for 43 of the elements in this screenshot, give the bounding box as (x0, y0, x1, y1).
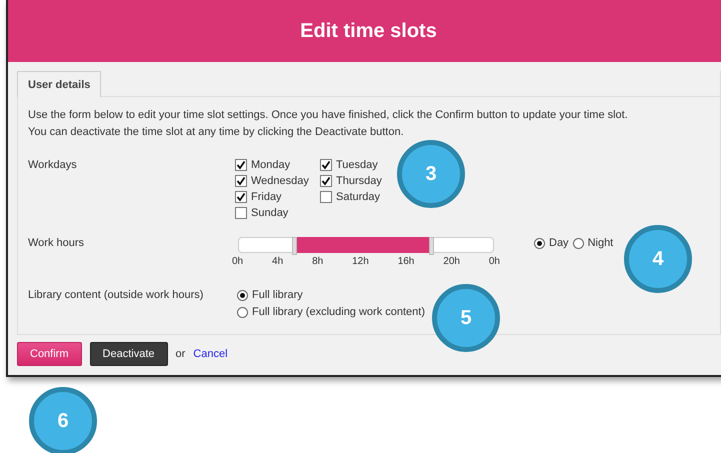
tick-label: 12h (352, 256, 369, 267)
day-label: Tuesday (336, 159, 378, 171)
library-radio[interactable] (237, 290, 248, 300)
cancel-link[interactable]: Cancel (193, 348, 228, 360)
option-label: Full library (excluding work content) (252, 306, 426, 318)
day-checkbox[interactable] (320, 159, 332, 171)
day-checkbox[interactable] (235, 207, 247, 219)
tick-label: 0h (488, 256, 500, 267)
field-label: Library content (outside work hours) (28, 289, 204, 303)
library-radio[interactable] (237, 306, 248, 318)
day-label: Saturday (336, 191, 380, 203)
window-title: Edit time slots (300, 20, 437, 42)
mode-radio[interactable] (534, 238, 545, 248)
tick-label: 8h (312, 256, 324, 267)
or-text: or (176, 348, 186, 360)
day-checkbox[interactable] (235, 175, 247, 187)
tick-label: 4h (272, 256, 284, 267)
day-label: Monday (251, 159, 290, 171)
mode-label: Day (549, 237, 569, 249)
step-callout: 6 (29, 387, 97, 453)
tick-label: 20h (443, 256, 460, 267)
day-label: Friday (251, 191, 282, 203)
slider-handle[interactable] (428, 237, 434, 255)
tick-label: 0h (232, 256, 244, 267)
day-label: Wednesday (251, 175, 309, 187)
mode-label: Night (588, 237, 614, 249)
day-checkbox[interactable] (235, 159, 247, 171)
field-label: Workdays (28, 159, 78, 173)
confirm-button[interactable]: Confirm (17, 342, 82, 366)
slider-handle[interactable] (292, 237, 297, 255)
mode-radio[interactable] (572, 238, 584, 248)
day-checkbox[interactable] (235, 191, 247, 203)
option-label: Full library (252, 289, 303, 301)
section-legend: User details (17, 71, 102, 97)
hours-slider[interactable] (238, 237, 494, 253)
intro-text: Use the form below to edit your time slot settings. Once you have finished, click the Confirm button to update your time slot. You can deactivate the time slot at any time by clicking the Deactivate button. (28, 108, 629, 140)
day-checkbox[interactable] (320, 175, 332, 187)
deactivate-button[interactable]: Deactivate (90, 342, 168, 366)
field-label: Work hours (28, 237, 86, 249)
tick-label: 16h (398, 256, 414, 267)
day-checkbox[interactable] (320, 191, 332, 203)
day-label: Sunday (251, 207, 288, 219)
day-label: Thursday (336, 175, 382, 187)
